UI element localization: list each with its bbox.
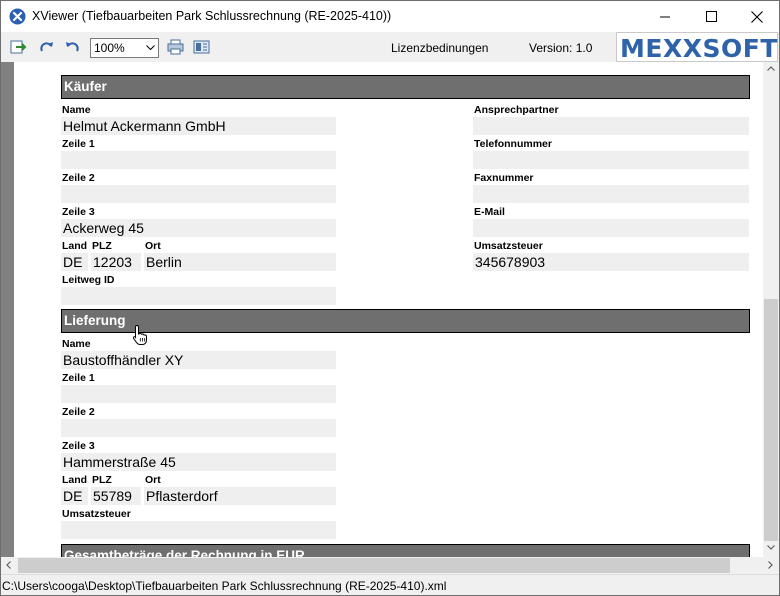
lieferung-ust-field [61, 521, 336, 539]
kaeufer-leitweg-label: Leitweg ID [62, 274, 115, 286]
maximize-icon [705, 11, 717, 22]
xviewer-logo-icon [9, 8, 26, 25]
window-title: XViewer (Tiefbauarbeiten Park Schlussrec… [32, 9, 392, 23]
kaeufer-name-field: Helmut Ackermann GmbH [61, 117, 336, 135]
lieferung-zeile1-field [61, 385, 336, 403]
kaeufer-fax-field [473, 185, 749, 203]
lieferung-zeile3-label: Zeile 3 [62, 440, 95, 452]
export-icon[interactable] [10, 39, 27, 55]
kaeufer-zeile3-field: Ackerweg 45 [61, 219, 336, 237]
kaeufer-zeile1-label: Zeile 1 [62, 138, 95, 150]
lieferung-plz-field: 55789 [91, 487, 141, 505]
lieferung-zeile3-field: Hammerstraße 45 [61, 453, 336, 471]
scroll-up-icon[interactable] [767, 66, 775, 71]
kaeufer-email-label: E-Mail [474, 206, 505, 218]
kaeufer-land-field: DE [61, 253, 88, 271]
horizontal-scrollbar[interactable] [1, 557, 763, 574]
minimize-button[interactable] [642, 1, 688, 32]
kaeufer-plz-field: 12203 [91, 253, 141, 271]
maximize-button[interactable] [688, 1, 734, 32]
horizontal-scroll-thumb[interactable] [18, 558, 730, 573]
scroll-down-icon[interactable] [767, 545, 775, 550]
status-bar: C:\Users\cooga\Desktop\Tiefbauarbeiten P… [1, 574, 779, 595]
vertical-scrollbar[interactable] [763, 62, 779, 557]
lieferung-plz-label: PLZ [92, 474, 112, 486]
kaeufer-ort-label: Ort [145, 240, 161, 252]
lieferung-zeile2-field [61, 419, 336, 437]
kaeufer-land-label: Land [62, 240, 88, 252]
lieferung-land-field: DE [61, 487, 88, 505]
print-icon[interactable] [167, 39, 184, 55]
lieferung-zeile1-label: Zeile 1 [62, 372, 95, 384]
mexxsoft-logo: MEXXSOFT [616, 32, 778, 63]
file-path: C:\Users\cooga\Desktop\Tiefbauarbeiten P… [2, 579, 447, 593]
kaeufer-plz-label: PLZ [92, 240, 112, 252]
lieferung-name-field: Baustoffhändler XY [61, 351, 336, 369]
kaeufer-zeile3-label: Zeile 3 [62, 206, 95, 218]
lieferung-ort-label: Ort [145, 474, 161, 486]
app-window: XViewer (Tiefbauarbeiten Park Schlussrec… [0, 0, 780, 596]
minimize-icon [660, 16, 670, 17]
vertical-scroll-thumb[interactable] [764, 299, 778, 541]
license-link[interactable]: Lizenzbedinungen [391, 41, 488, 55]
kaeufer-ort-field: Berlin [144, 253, 336, 271]
kaeufer-zeile1-field [61, 151, 336, 169]
view-icon[interactable] [193, 39, 210, 55]
kaeufer-zeile2-label: Zeile 2 [62, 172, 95, 184]
section-header-lieferung: Lieferung [61, 309, 750, 333]
hand-cursor-icon [132, 324, 147, 345]
lieferung-ust-label: Umsatzsteuer [62, 508, 131, 520]
kaeufer-name-label: Name [62, 104, 91, 116]
undo-icon[interactable] [63, 39, 80, 55]
scrollbar-corner [763, 557, 779, 574]
logo-text: MEXXSOFT [620, 34, 778, 63]
close-icon [751, 10, 763, 23]
kaeufer-ansprechpartner-field [473, 117, 749, 135]
close-button[interactable] [734, 1, 779, 32]
scroll-left-icon[interactable] [6, 561, 11, 569]
chevron-down-icon [146, 45, 155, 51]
lieferung-zeile2-label: Zeile 2 [62, 406, 95, 418]
kaeufer-telefon-label: Telefonnummer [474, 138, 552, 150]
kaeufer-leitweg-field [61, 287, 336, 305]
kaeufer-zeile2-field [61, 185, 336, 203]
scroll-right-icon[interactable] [768, 561, 773, 569]
section-header-kaeufer: Käufer [61, 75, 750, 99]
lieferung-land-label: Land [62, 474, 88, 486]
section-header-gesamt: Gesamtbeträge der Rechnung in EUR [61, 544, 750, 557]
zoom-value: 100% [94, 41, 125, 55]
kaeufer-telefon-field [473, 151, 749, 169]
document-viewport[interactable]: Käufer Name Helmut Ackermann GmbH Zeile … [1, 62, 763, 557]
redo-icon[interactable] [39, 39, 56, 55]
kaeufer-ust-field: 345678903 [473, 253, 749, 271]
lieferung-ort-field: Pflasterdorf [144, 487, 336, 505]
kaeufer-ust-label: Umsatzsteuer [474, 240, 543, 252]
title-bar: XViewer (Tiefbauarbeiten Park Schlussrec… [1, 1, 779, 32]
version-label: Version: 1.0 [529, 41, 593, 55]
kaeufer-fax-label: Faxnummer [474, 172, 534, 184]
document-page: Käufer Name Helmut Ackermann GmbH Zeile … [14, 62, 763, 557]
zoom-select[interactable]: 100% [90, 38, 159, 58]
kaeufer-ansprechpartner-label: Ansprechpartner [474, 104, 559, 116]
kaeufer-email-field [473, 219, 749, 237]
lieferung-name-label: Name [62, 338, 91, 350]
